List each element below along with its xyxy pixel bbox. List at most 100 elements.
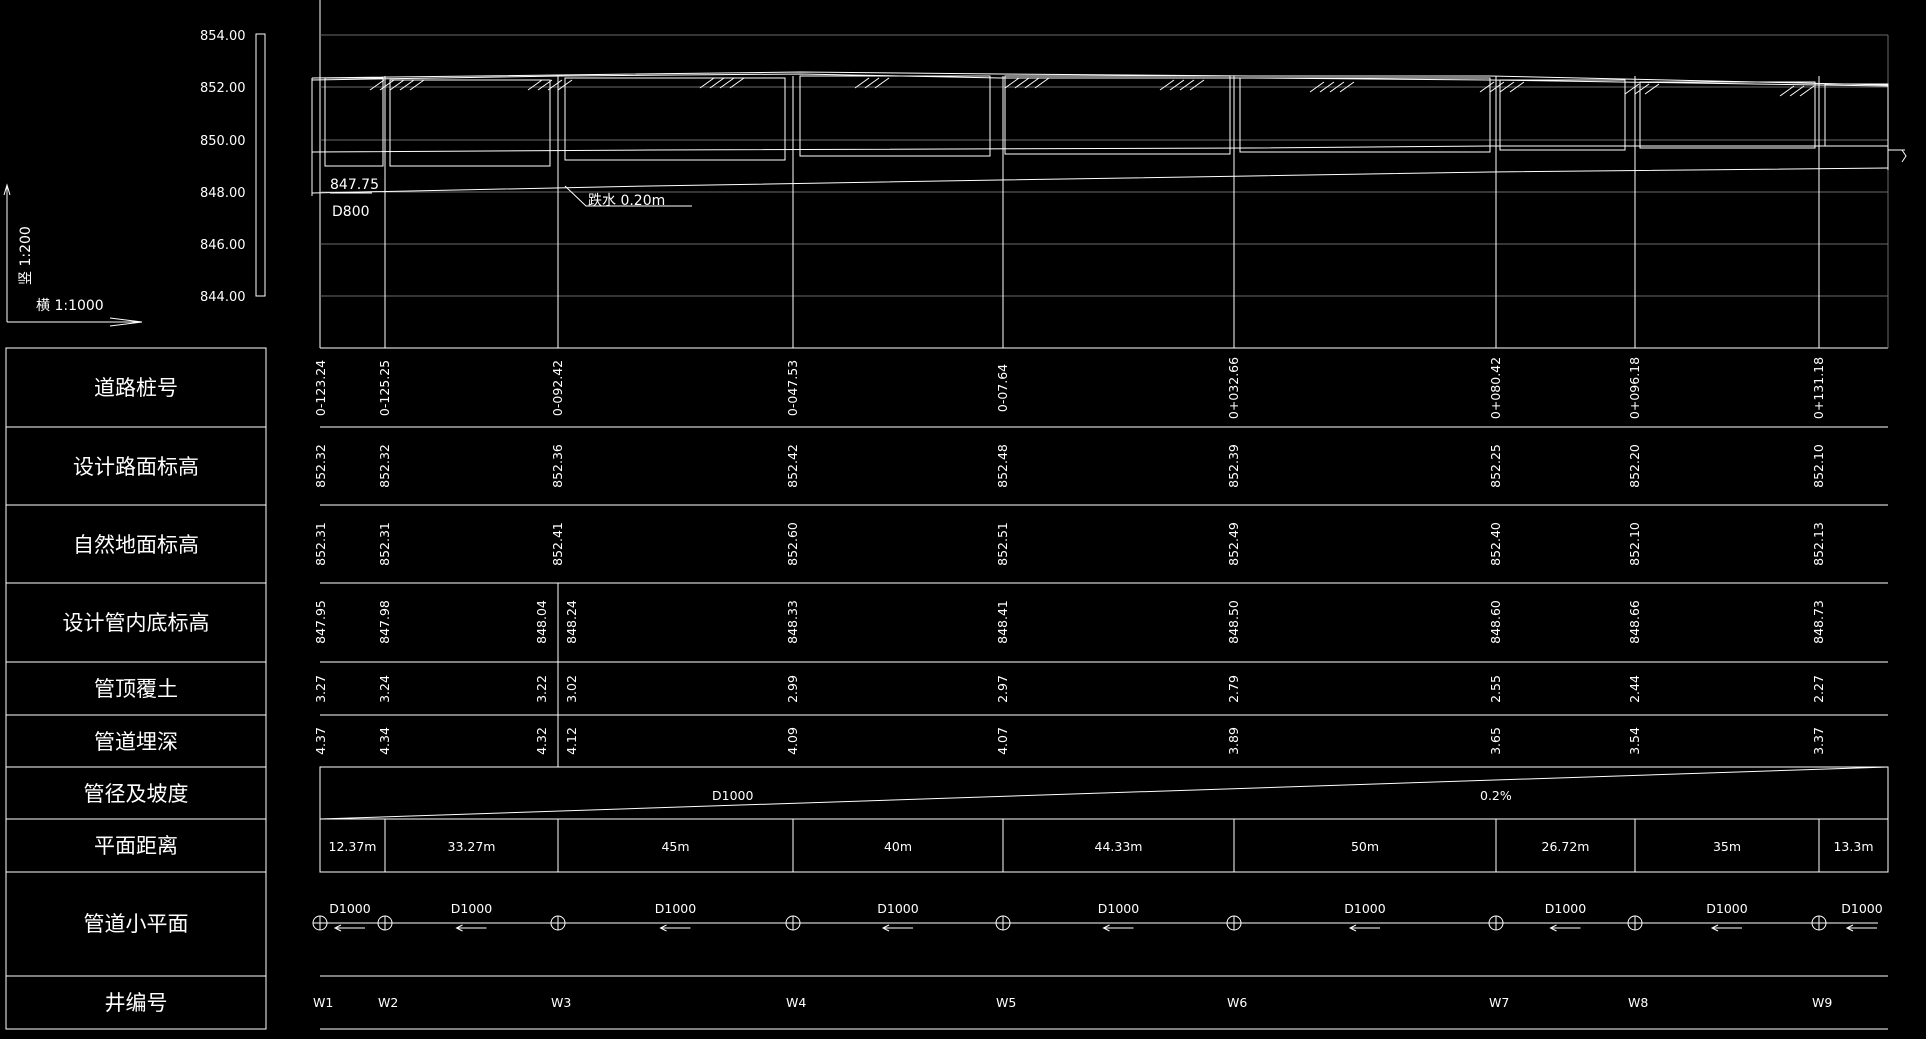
station-value: 0+096.18 bbox=[1627, 357, 1642, 419]
well-number: W5 bbox=[996, 995, 1016, 1010]
row-label-road-elev: 设计路面标高 bbox=[73, 455, 199, 479]
well-number: W7 bbox=[1489, 995, 1509, 1010]
invert-elev-value: 848.04 bbox=[534, 600, 549, 644]
station-value: 0+131.18 bbox=[1811, 357, 1826, 419]
invert-elev-value: 848.33 bbox=[785, 600, 800, 644]
axis-846: 846.00 bbox=[200, 238, 246, 253]
distance-value: 50m bbox=[1351, 839, 1379, 854]
manhole-w2 bbox=[389, 79, 551, 167]
invert-elev-value: 847.95 bbox=[313, 600, 328, 644]
cover-value: 2.79 bbox=[1226, 675, 1241, 703]
row-label-plan: 管道小平面 bbox=[84, 912, 189, 936]
drop-label: 跌水 0.20m bbox=[588, 193, 665, 209]
row-label-station: 道路桩号 bbox=[94, 376, 178, 400]
distance-value: 40m bbox=[884, 839, 912, 854]
manhole-w8 bbox=[1639, 81, 1816, 149]
ground-elev-value: 852.49 bbox=[1226, 522, 1241, 566]
plan-diameter-label: D1000 bbox=[877, 901, 918, 916]
distance-value: 26.72m bbox=[1542, 839, 1590, 854]
road-elev-value: 852.32 bbox=[377, 444, 392, 488]
profile-lines bbox=[311, 71, 1907, 196]
rotated-values: 0-123.24 0-125.25 0-092.42 0-047.53 0-07.64 0… bbox=[313, 357, 1826, 755]
distance-value: 13.3m bbox=[1833, 839, 1873, 854]
axis-848: 848.00 bbox=[200, 186, 246, 201]
plan-diameter-label: D1000 bbox=[1098, 901, 1139, 916]
ground-elev-value: 852.51 bbox=[995, 522, 1010, 566]
invert-elev-value: 848.41 bbox=[995, 600, 1010, 644]
ground-elev-value: 852.31 bbox=[377, 522, 392, 566]
plan-diameter-label: D1000 bbox=[1706, 901, 1747, 916]
road-elev-value: 852.42 bbox=[785, 444, 800, 488]
cover-value: 2.44 bbox=[1627, 675, 1642, 703]
ground-elev-value: 852.13 bbox=[1811, 522, 1826, 566]
axis-852: 852.00 bbox=[200, 81, 246, 96]
cover-value: 3.02 bbox=[564, 675, 579, 703]
manhole-w1 bbox=[324, 77, 384, 167]
axis-850: 850.00 bbox=[200, 134, 246, 149]
station-value: 0+080.42 bbox=[1488, 357, 1503, 419]
depth-value: 3.54 bbox=[1627, 727, 1642, 755]
station-value: 0-07.64 bbox=[995, 364, 1010, 412]
invert-elev-value: 848.73 bbox=[1811, 600, 1826, 644]
row-labels: 道路桩号 设计路面标高 自然地面标高 设计管内底标高 管顶覆土 管道埋深 管径及… bbox=[63, 376, 210, 1015]
plan-diameter-label: D1000 bbox=[329, 901, 370, 916]
row-label-depth: 管道埋深 bbox=[94, 730, 178, 754]
axis-844: 844.00 bbox=[200, 290, 246, 305]
distance-value: 44.33m bbox=[1095, 839, 1143, 854]
distance-value: 35m bbox=[1713, 839, 1741, 854]
distance-value: 45m bbox=[661, 839, 689, 854]
distance-value: 33.27m bbox=[448, 839, 496, 854]
manhole-w9 bbox=[1824, 83, 1889, 147]
axis-854: 854.00 bbox=[200, 29, 246, 44]
row-label-diameter-slope: 管径及坡度 bbox=[84, 782, 189, 806]
ground-elev-value: 852.40 bbox=[1488, 522, 1503, 566]
scale-vertical: 竖 1:200 bbox=[18, 226, 34, 285]
ground-elev-value: 852.10 bbox=[1627, 522, 1642, 566]
well-numbers: W1 W2 W3 W4 W5 W6 W7 W8 W9 bbox=[313, 995, 1832, 1010]
depth-value: 3.89 bbox=[1226, 727, 1241, 755]
distances: 12.37m 33.27m 45m 40m 44.33m 50m 26.72m 35m 13.3… bbox=[329, 839, 1874, 854]
cover-value: 3.22 bbox=[534, 675, 549, 703]
depth-value: 3.37 bbox=[1811, 727, 1826, 755]
ground-elev-value: 852.31 bbox=[313, 522, 328, 566]
plan-diameter-label: D1000 bbox=[1841, 901, 1882, 916]
cover-value: 2.55 bbox=[1488, 675, 1503, 703]
pipe-diameter-label: D1000 bbox=[712, 788, 753, 803]
road-elev-value: 852.39 bbox=[1226, 444, 1241, 488]
depth-value: 4.37 bbox=[313, 727, 328, 755]
well-number: W2 bbox=[378, 995, 398, 1010]
road-elev-value: 852.10 bbox=[1811, 444, 1826, 488]
depth-value: 4.34 bbox=[377, 727, 392, 755]
pipe-invert-line bbox=[311, 167, 1889, 194]
slope-label: 0.2% bbox=[1480, 788, 1512, 803]
row-label-well-no: 井编号 bbox=[105, 991, 168, 1015]
well-number: W9 bbox=[1812, 995, 1832, 1010]
plan-diameter-label: D1000 bbox=[655, 901, 696, 916]
depth-value: 4.12 bbox=[564, 727, 579, 755]
well-number: W4 bbox=[786, 995, 806, 1010]
road-elev-value: 852.25 bbox=[1488, 444, 1503, 488]
distance-value: 12.37m bbox=[329, 839, 377, 854]
elevation-axis-labels: 854.00 852.00 850.00 848.00 846.00 844.0… bbox=[200, 29, 246, 305]
cover-value: 2.27 bbox=[1811, 675, 1826, 703]
plan-row: D1000 D1000 D1000 D1000 D1000 D1000 D1000 D1000… bbox=[312, 901, 1883, 932]
plan-diameter-label: D1000 bbox=[451, 901, 492, 916]
plan-diameter-label: D1000 bbox=[1344, 901, 1385, 916]
well-number: W8 bbox=[1628, 995, 1648, 1010]
station-value: 0-092.42 bbox=[550, 360, 565, 416]
manhole-w5 bbox=[1004, 75, 1231, 155]
station-value: 0-123.24 bbox=[313, 360, 328, 416]
cover-value: 3.24 bbox=[377, 675, 392, 703]
cover-value: 2.99 bbox=[785, 675, 800, 703]
road-elev-value: 852.36 bbox=[550, 444, 565, 488]
depth-value: 4.07 bbox=[995, 727, 1010, 755]
station-value: 0-047.53 bbox=[785, 360, 800, 416]
ground-elev-value: 852.60 bbox=[785, 522, 800, 566]
row-label-invert-elev: 设计管内底标高 bbox=[63, 611, 210, 635]
data-table-lines bbox=[319, 426, 1889, 1030]
depth-value: 3.65 bbox=[1488, 727, 1503, 755]
row-label-distance: 平面距离 bbox=[94, 834, 178, 858]
cover-value: 2.97 bbox=[995, 675, 1010, 703]
manhole-w3 bbox=[564, 77, 786, 161]
well-number: W6 bbox=[1227, 995, 1247, 1010]
